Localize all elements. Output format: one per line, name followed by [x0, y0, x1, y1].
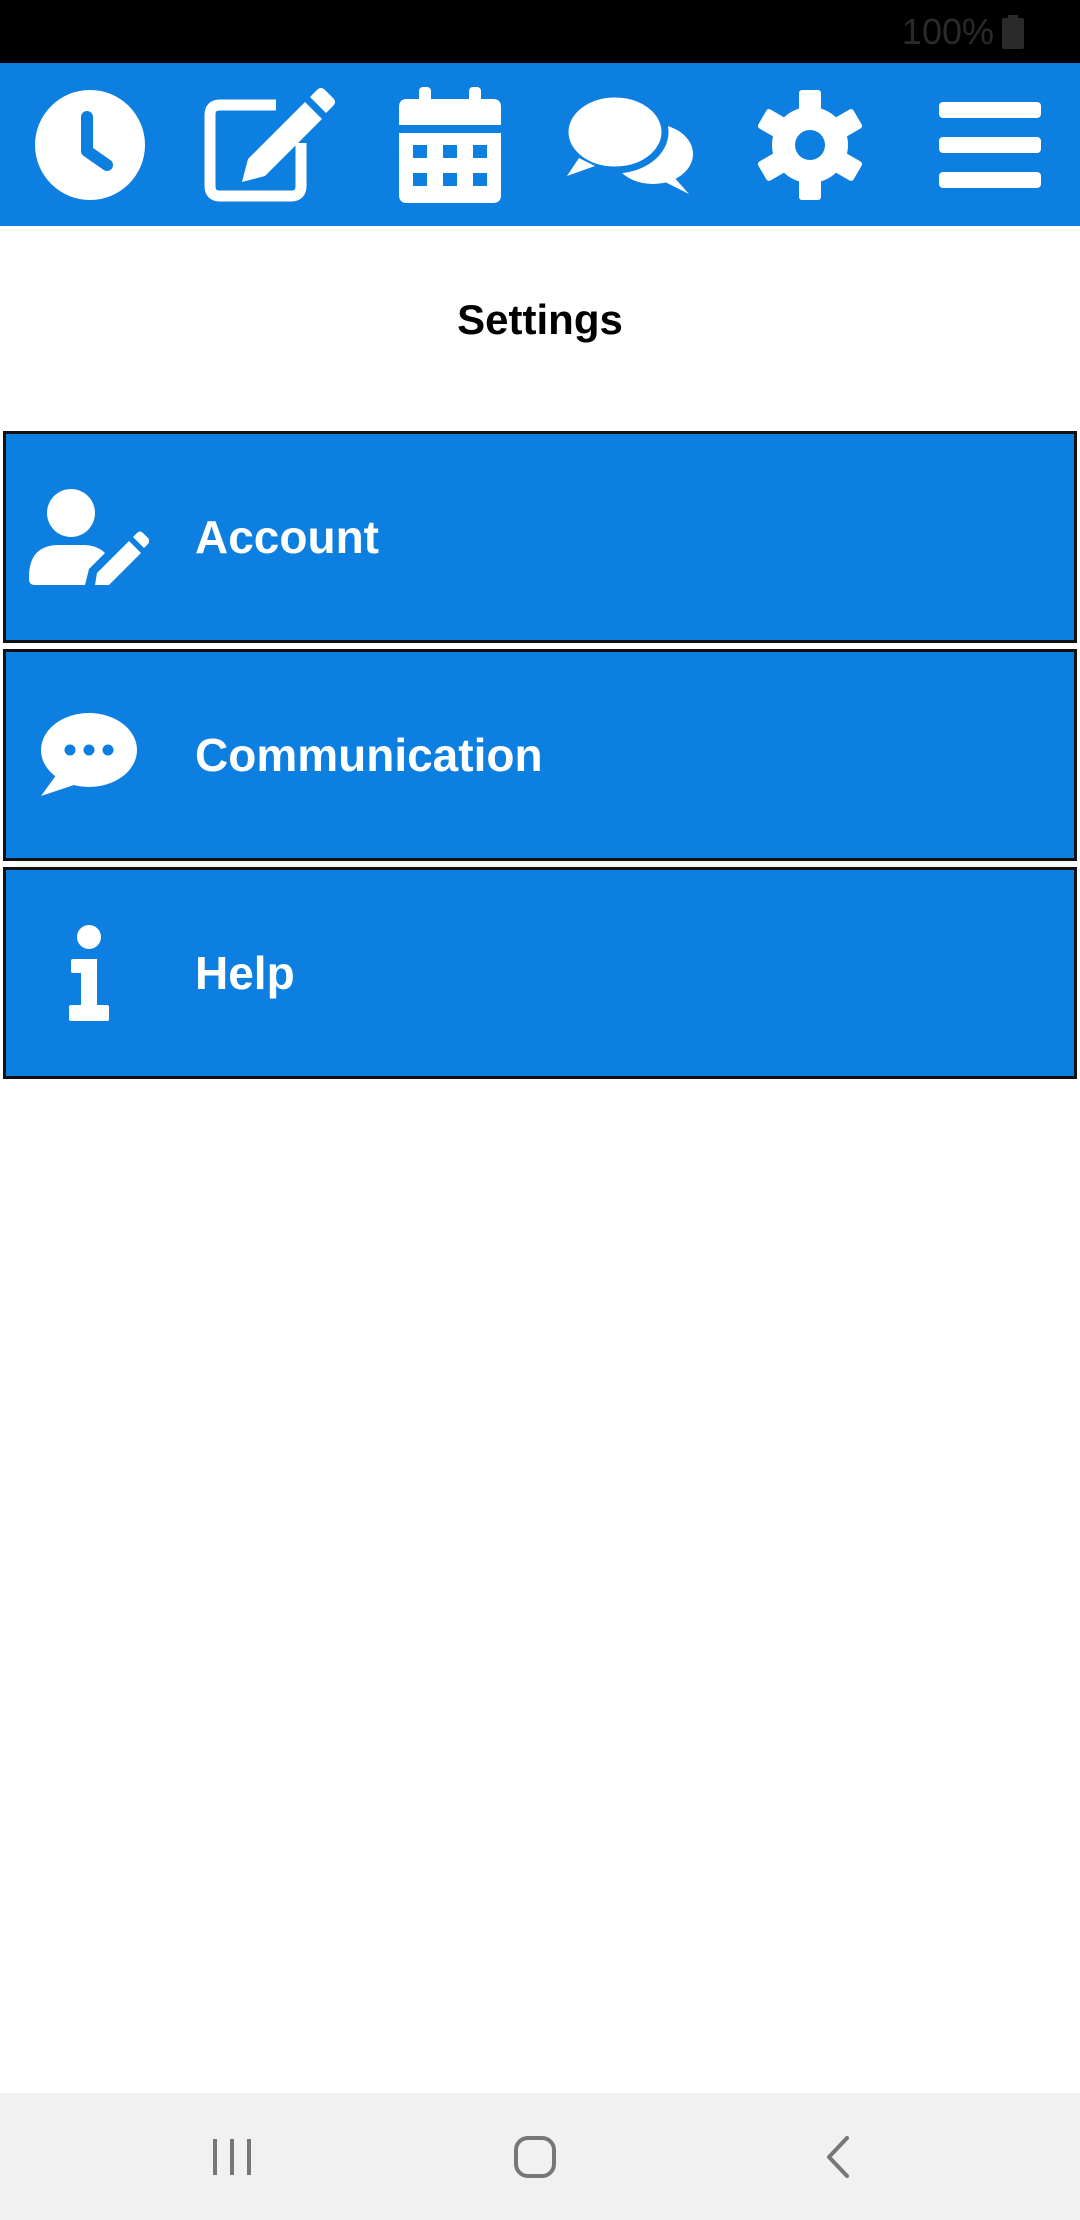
home-icon: [514, 2135, 556, 2178]
speech-bubble-dots-icon: [24, 700, 154, 810]
info-icon: [24, 918, 154, 1028]
nav-menu-button[interactable]: [900, 63, 1080, 226]
calendar-icon: [399, 86, 501, 203]
home-button[interactable]: [455, 2093, 615, 2220]
hamburger-menu-icon: [939, 101, 1041, 188]
gear-icon: [757, 89, 863, 200]
system-navigation-bar: [0, 2093, 1080, 2220]
recent-apps-button[interactable]: [152, 2093, 312, 2220]
menu-item-communication[interactable]: Communication: [3, 649, 1077, 861]
nav-edit-button[interactable]: [180, 63, 360, 226]
nav-messages-button[interactable]: [540, 63, 720, 226]
page-title: Settings: [457, 296, 623, 343]
menu-item-label: Help: [195, 947, 295, 999]
chat-bubbles-icon: [565, 91, 693, 194]
clock-icon: [35, 89, 145, 200]
nav-clock-button[interactable]: [0, 63, 180, 226]
back-icon: [827, 2135, 849, 2178]
nav-settings-button[interactable]: [720, 63, 900, 226]
battery-percentage: 100%: [901, 11, 994, 52]
menu-item-account[interactable]: Account: [3, 431, 1077, 643]
battery-full-icon: [1002, 15, 1024, 49]
recent-apps-icon: [213, 2138, 251, 2175]
status-bar: 100%: [0, 0, 1080, 63]
back-button[interactable]: [758, 2093, 918, 2220]
menu-item-help[interactable]: Help: [3, 867, 1077, 1079]
edit-icon: [204, 88, 335, 202]
nav-calendar-button[interactable]: [360, 63, 540, 226]
menu-item-label: Communication: [195, 729, 543, 781]
top-navigation-bar: [0, 63, 1080, 226]
user-edit-icon: [24, 482, 154, 592]
menu-item-label: Account: [195, 511, 379, 563]
